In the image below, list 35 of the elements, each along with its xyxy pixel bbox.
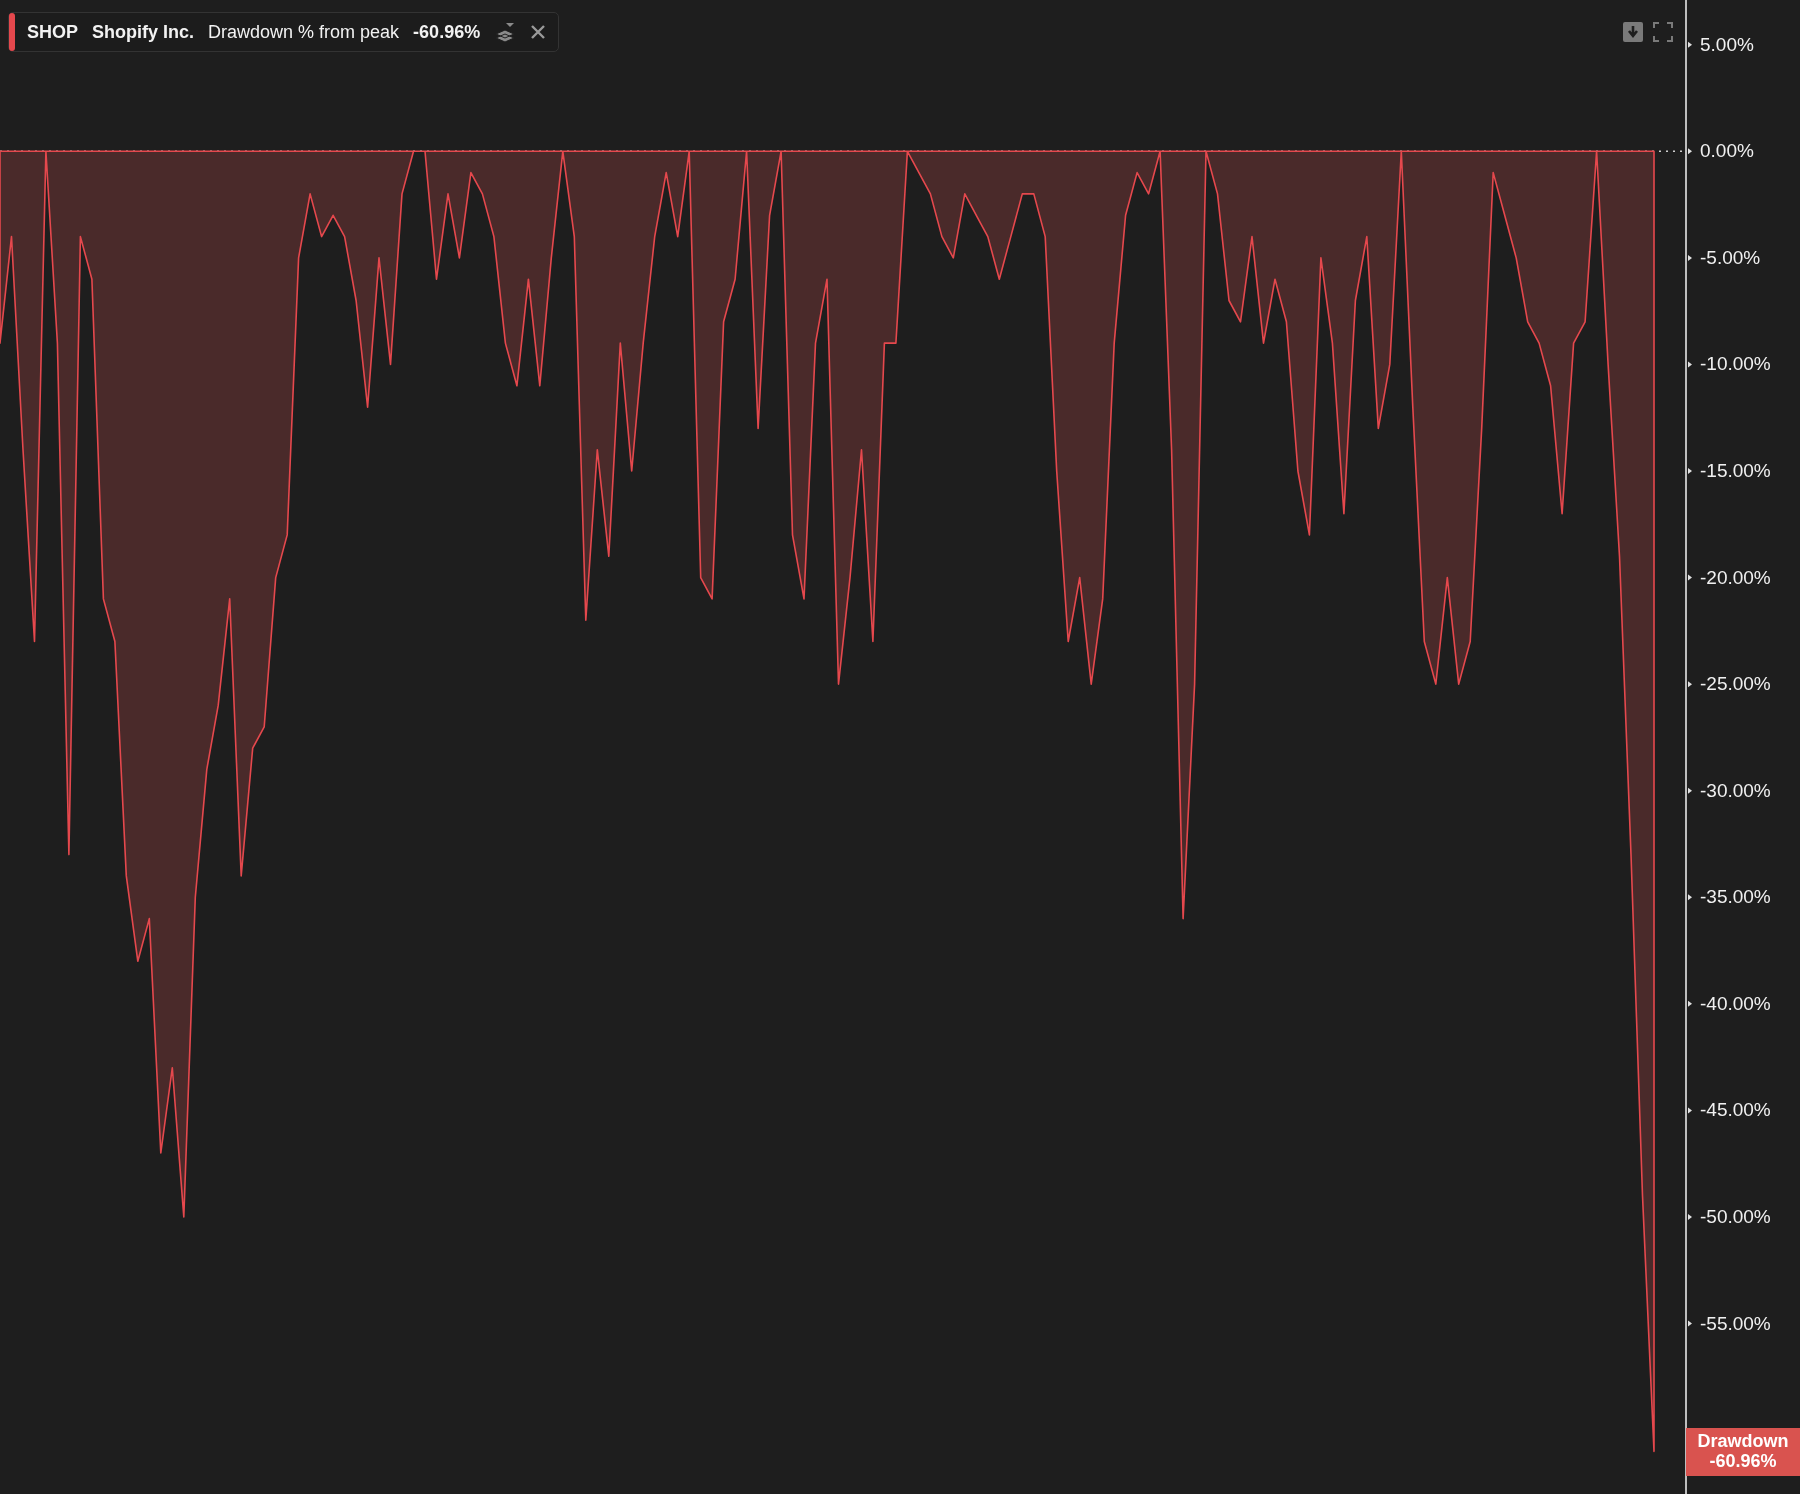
y-axis-label: 5.00% — [1700, 34, 1754, 55]
y-axis-label: -25.00% — [1700, 674, 1771, 695]
tick-mark — [1688, 574, 1692, 581]
fullscreen-icon[interactable] — [1653, 22, 1673, 42]
layers-icon[interactable] — [494, 21, 517, 43]
legend-company: Shopify Inc. — [92, 21, 195, 43]
y-axis-label: -50.00% — [1700, 1206, 1771, 1227]
legend-metric: Drawdown % from peak — [208, 21, 400, 43]
tick-mark — [1688, 468, 1692, 474]
legend-value: -60.96% — [413, 21, 481, 43]
y-axis-label: -10.00% — [1700, 354, 1771, 375]
y-axis-label: -15.00% — [1700, 461, 1771, 481]
tick-mark — [1688, 681, 1692, 688]
tick-mark — [1688, 254, 1692, 261]
tick-mark — [1688, 41, 1692, 48]
y-axis-label: -55.00% — [1700, 1313, 1771, 1334]
y-axis-label: -5.00% — [1700, 247, 1761, 268]
y-axis-label: -35.00% — [1700, 887, 1771, 908]
tick-mark — [1688, 1213, 1692, 1220]
tick-mark — [1688, 1320, 1692, 1327]
y-axis-label: -40.00% — [1700, 993, 1771, 1014]
download-icon[interactable] — [1623, 22, 1643, 42]
tick-mark — [1688, 1000, 1692, 1007]
tick-mark — [1688, 787, 1692, 794]
y-axis-label: -45.00% — [1700, 1100, 1771, 1121]
y-axis-label: -30.00% — [1700, 780, 1771, 801]
y-axis-label: -20.00% — [1700, 567, 1771, 588]
y-axis-label: 0.00% — [1700, 141, 1754, 162]
tick-mark — [1688, 894, 1692, 901]
tick-mark — [1688, 1107, 1692, 1114]
tick-mark — [1688, 148, 1692, 155]
value-badge: Drawdown -60.96% — [1686, 1428, 1800, 1476]
tick-mark — [1688, 361, 1692, 368]
close-icon[interactable] — [530, 24, 547, 40]
legend-symbol: SHOP — [27, 21, 78, 43]
